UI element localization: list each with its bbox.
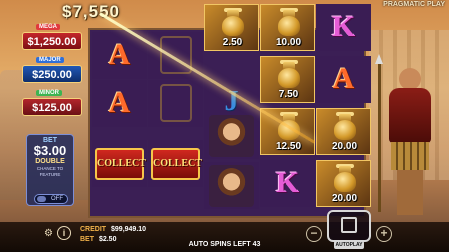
- stop-autoplay-button[interactable]: [327, 210, 371, 242]
- double-sub-label: CHANCE TO FEATURE: [36, 166, 64, 177]
- letter-a-symbol: A: [332, 62, 355, 95]
- jackpot-minor-label: MINOR: [36, 90, 62, 96]
- jackpot-minor-value: $125.00: [22, 98, 82, 116]
- reel-cell: A: [92, 80, 147, 127]
- reel-cell: [204, 162, 259, 209]
- letter-a-symbol: A: [108, 38, 131, 71]
- jackpot-major-label: MAJOR: [36, 57, 64, 63]
- reel-cell: COLLECT: [148, 140, 203, 187]
- reel-cell: K: [260, 160, 315, 207]
- double-chance-toggle[interactable]: OFF: [34, 194, 68, 204]
- money-cell: 7.50: [260, 56, 315, 103]
- empty-frame-symbol: [160, 36, 192, 74]
- reel-cell: [148, 80, 203, 127]
- autospins-left: AUTO SPINS LEFT 43: [188, 241, 261, 248]
- credit-display: CREDIT $99,949.10: [80, 226, 146, 233]
- vase-icon: [331, 164, 359, 194]
- reel-grid: A A COLLECT COLLECT J 2.50 10.00 7.50 12…: [88, 4, 371, 218]
- reel-cell: [204, 112, 259, 159]
- collect-symbol: COLLECT: [151, 148, 202, 180]
- jackpot-panel: $1,250.00 MEGA $250.00 MAJOR $125.00 MIN…: [22, 24, 82, 129]
- money-cell: 20.00: [316, 108, 371, 155]
- goddess-portrait-symbol: [209, 115, 254, 157]
- bet-panel-amount: $3.00: [33, 143, 67, 158]
- credit-value: $99,949.10: [111, 226, 147, 233]
- jackpot-major: $250.00 MAJOR: [22, 57, 82, 85]
- jackpot-major-value: $250.00: [22, 65, 82, 83]
- bet-increase-button[interactable]: +: [376, 226, 392, 242]
- autoplay-button[interactable]: AUTOPLAY: [334, 241, 364, 249]
- letter-k-symbol: K: [275, 166, 300, 199]
- gear-icon[interactable]: ⚙: [44, 228, 53, 239]
- bet-decrease-button[interactable]: −: [306, 226, 322, 242]
- jackpot-minor: $125.00 MINOR: [22, 90, 82, 118]
- jackpot-mega-value: $1,250.00: [22, 32, 82, 50]
- goddess-portrait-symbol: [209, 165, 254, 207]
- double-chance-panel[interactable]: BET $3.00 DOUBLE CHANCE TO FEATURE OFF: [26, 134, 74, 206]
- money-value: 10.00: [275, 37, 302, 48]
- credit-label: CREDIT: [80, 226, 107, 233]
- info-icon[interactable]: i: [57, 226, 71, 240]
- money-value: 20.00: [331, 141, 358, 152]
- provider-logo: PRAGMATIC PLAY: [383, 1, 445, 8]
- vase-icon: [275, 60, 303, 90]
- money-cell: 10.00: [260, 4, 315, 51]
- stop-icon: [341, 217, 357, 233]
- collect-symbol: COLLECT: [95, 148, 146, 180]
- reel-cell: A: [316, 56, 371, 103]
- money-cell: 20.00: [316, 160, 371, 207]
- jackpot-mega-label: MEGA: [36, 24, 60, 30]
- jackpot-mega: $1,250.00 MEGA: [22, 24, 82, 52]
- toggle-label: OFF: [51, 196, 63, 202]
- money-value: 7.50: [278, 89, 299, 100]
- toggle-knob: [37, 196, 46, 202]
- reel-cell: COLLECT: [92, 140, 147, 187]
- vase-icon: [331, 112, 359, 142]
- letter-k-symbol: K: [331, 10, 356, 43]
- money-value: 12.50: [275, 141, 302, 152]
- empty-frame-symbol: [160, 84, 192, 122]
- vase-icon: [219, 8, 247, 38]
- vase-icon: [275, 8, 303, 38]
- reel-cell: K: [316, 4, 371, 51]
- autospins-status: AUTO SPINS LEFT 43: [0, 241, 449, 248]
- letter-a-symbol: A: [108, 86, 131, 119]
- money-cell: 2.50: [204, 4, 259, 51]
- double-label: DOUBLE: [35, 158, 65, 165]
- warrior-character: [373, 60, 443, 220]
- money-value: 20.00: [331, 193, 358, 204]
- money-value: 2.50: [222, 37, 243, 48]
